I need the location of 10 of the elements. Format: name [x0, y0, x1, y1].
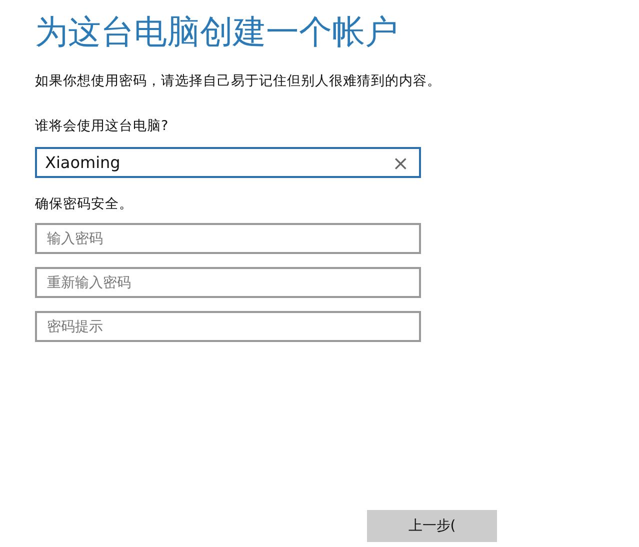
input-field[interactable]: 重新输入密码 [35, 267, 421, 298]
field-label: 确保密码安全。 [35, 195, 133, 213]
input-field[interactable]: 密码提示 [35, 311, 421, 342]
input-field[interactable]: 输入密码 [35, 223, 421, 254]
intro-text: 如果你想使用密码，请选择自己易于记住但别人很难猜到的内容。 [35, 72, 441, 90]
page-title: 为这台电脑创建一个帐户 [35, 11, 398, 53]
clear-button[interactable]: × [382, 152, 419, 172]
back-button[interactable]: 上一步( [367, 510, 497, 542]
field-label: 谁将会使用这台电脑? [35, 117, 168, 135]
name-field[interactable]: Xiaoming × [35, 147, 421, 178]
